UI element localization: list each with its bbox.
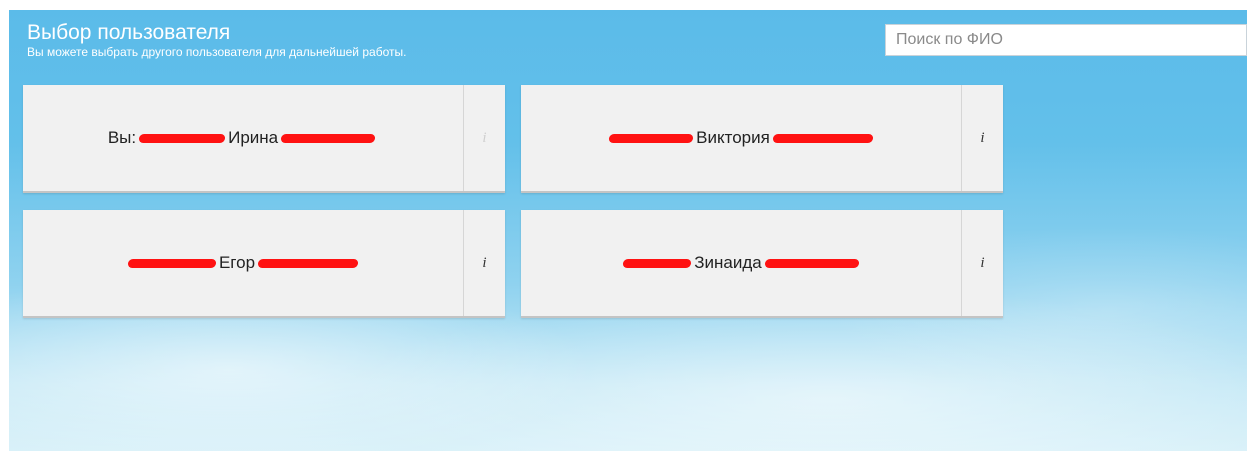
- redacted-patronymic: [280, 133, 376, 143]
- redacted-surname: [138, 133, 226, 143]
- user-card-name[interactable]: Вы: Ирина: [23, 85, 463, 191]
- user-card-name[interactable]: Зинаида: [521, 210, 961, 316]
- redacted-patronymic: [764, 258, 860, 268]
- redacted-patronymic: [257, 258, 359, 268]
- redacted-surname: [622, 258, 692, 268]
- info-button[interactable]: i: [961, 85, 1003, 191]
- info-button[interactable]: i: [463, 210, 505, 316]
- user-selection-screen: Выбор пользователя Вы можете выбрать дру…: [9, 10, 1247, 451]
- info-icon: i: [482, 129, 487, 146]
- user-first-name: Ирина: [228, 128, 279, 147]
- info-icon: i: [980, 254, 985, 271]
- user-card-name[interactable]: Виктория: [521, 85, 961, 191]
- info-button[interactable]: i: [961, 210, 1003, 316]
- info-button: i: [463, 85, 505, 191]
- redacted-patronymic: [772, 133, 874, 143]
- page-subtitle: Вы можете выбрать другого пользователя д…: [27, 45, 407, 59]
- redacted-surname: [127, 258, 217, 268]
- user-card[interactable]: Егор i: [23, 210, 505, 318]
- current-user-prefix: Вы:: [107, 128, 137, 147]
- info-icon: i: [980, 129, 985, 146]
- user-card[interactable]: Виктория i: [521, 85, 1003, 193]
- user-card-name[interactable]: Егор: [23, 210, 463, 316]
- user-first-name: Егор: [218, 253, 256, 272]
- search-input[interactable]: [885, 24, 1247, 56]
- page-title: Выбор пользователя: [27, 21, 231, 44]
- redacted-surname: [608, 133, 694, 143]
- user-first-name: Виктория: [696, 128, 770, 147]
- user-card[interactable]: Вы: Ирина i: [23, 85, 505, 193]
- user-first-name: Зинаида: [694, 253, 762, 272]
- user-card[interactable]: Зинаида i: [521, 210, 1003, 318]
- info-icon: i: [482, 254, 487, 271]
